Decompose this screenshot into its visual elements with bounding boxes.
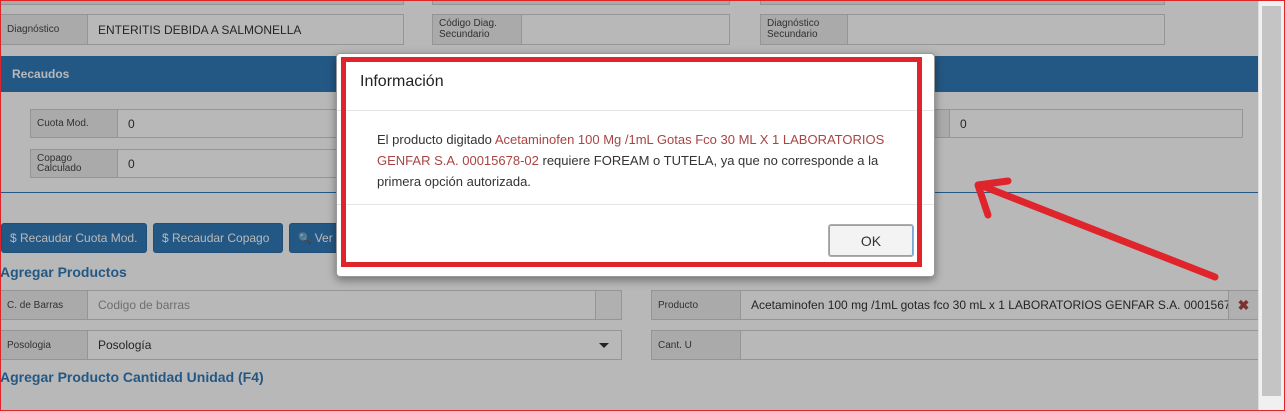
dialog-message: El producto digitado Acetaminofen 100 Mg… [377, 129, 897, 192]
ok-button[interactable]: OK [828, 224, 914, 257]
info-dialog: Información El producto digitado Acetami… [336, 53, 935, 277]
dialog-title: Información [360, 73, 444, 90]
dialog-header-divider [337, 110, 934, 111]
dialog-footer-divider [337, 204, 934, 205]
annotation-arrow [974, 177, 1219, 281]
scrollbar[interactable] [1258, 0, 1285, 411]
scrollbar-thumb[interactable] [1262, 6, 1281, 396]
message-prefix: El producto digitado [377, 132, 495, 147]
